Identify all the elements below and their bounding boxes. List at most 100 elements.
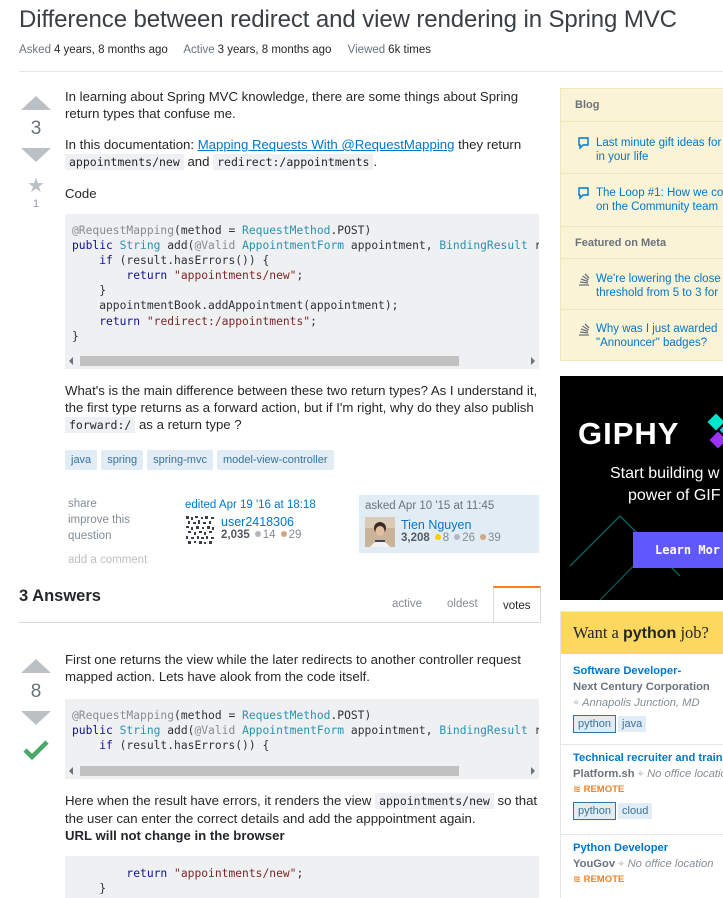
asker-avatar[interactable] — [365, 517, 395, 547]
wifi-icon: ≋ — [573, 784, 581, 795]
sort-tab-active[interactable]: active — [392, 586, 422, 623]
p2-mid: they return — [454, 137, 522, 152]
job-listing-3[interactable]: Python Developer YouGov ⌖ No office loca… — [573, 840, 723, 888]
question-paragraph-2: In this documentation: Mapping Requests … — [65, 136, 539, 171]
job-2-title[interactable]: Technical recruiter and train — [573, 750, 723, 766]
answer-code-block-1[interactable]: @RequestMapping(method = RequestMethod.P… — [65, 699, 539, 779]
job-listing-2[interactable]: Technical recruiter and train Platform.s… — [573, 750, 723, 820]
bronze-badge-icon — [280, 531, 287, 537]
meta-item-2-line2[interactable]: "Announcer" badges? — [596, 336, 723, 350]
answer-paragraph-1: First one returns the view while the lat… — [65, 652, 521, 684]
scroll-thumb[interactable] — [80, 766, 459, 776]
tag-spring-mvc[interactable]: spring-mvc — [147, 450, 213, 470]
silver-badge-icon — [254, 531, 261, 537]
scroll-right-icon[interactable] — [531, 767, 535, 775]
blog-item-1-line1[interactable]: Last minute gift ideas for — [596, 136, 723, 150]
job-2-company: Platform.sh — [573, 768, 635, 780]
scroll-right-icon[interactable] — [531, 357, 535, 365]
downvote-button[interactable] — [21, 148, 51, 162]
share-link[interactable]: share — [68, 496, 138, 512]
question-paragraph-4: What's is the main difference between th… — [65, 382, 539, 434]
job-3-remote: ≋ REMOTE — [573, 872, 723, 888]
tag-spring[interactable]: spring — [101, 450, 144, 470]
edited-timestamp[interactable]: edited Apr 19 '16 at 18:18 — [185, 499, 355, 511]
edited-text[interactable]: edited Apr 19 '16 at 18:18 — [185, 499, 316, 511]
jobs-head-suffix: job? — [676, 623, 709, 642]
answer-code-horizontal-scrollbar[interactable] — [65, 764, 539, 779]
meta-item-1[interactable]: We're lowering the close threshold from … — [561, 272, 723, 300]
question-code-block[interactable]: @RequestMapping(method = RequestMethod.P… — [65, 214, 539, 369]
job-listing-1[interactable]: Software Developer- Next Century Corpora… — [573, 663, 723, 733]
tag-model-view-controller[interactable]: model-view-controller — [216, 450, 334, 470]
silver-badge-icon — [454, 534, 461, 540]
upvote-button[interactable] — [21, 96, 51, 110]
jobs-head-prefix: Want a — [573, 623, 623, 642]
code-horizontal-scrollbar[interactable] — [65, 354, 539, 369]
meta-item-2-line1[interactable]: Why was I just awarded — [596, 322, 723, 336]
scroll-left-icon[interactable] — [69, 767, 73, 775]
jobs-widget: Want a python job? Software Developer- N… — [560, 611, 723, 898]
asked-value[interactable]: 4 years, 8 months ago — [54, 44, 168, 56]
answer-downvote-button[interactable] — [21, 711, 51, 725]
job-3-company: YouGov — [573, 858, 616, 870]
blog-item-1[interactable]: Last minute gift ideas for in your life — [561, 136, 723, 164]
question-title[interactable]: Difference between redirect and view ren… — [19, 6, 677, 34]
sort-tab-votes[interactable]: votes — [493, 586, 541, 623]
ad-line-1: Start building w — [610, 465, 720, 482]
job-1-title[interactable]: Software Developer- — [573, 663, 723, 679]
learn-more-button[interactable]: Learn Mor — [633, 532, 723, 568]
asker-info: Tien Nguyen 3,208 8 26 39 — [401, 518, 501, 544]
blog-item-2[interactable]: The Loop #1: How we co on the Community … — [561, 186, 723, 214]
active-value[interactable]: 3 years, 8 months ago — [218, 44, 332, 56]
editor-bronze-count: 29 — [288, 529, 302, 541]
add-comment-link[interactable]: add a comment — [68, 554, 147, 566]
answer-inline-code: appointments/new — [375, 793, 494, 809]
p4-prefix: What's is the main difference between th… — [65, 383, 538, 415]
editor-avatar[interactable] — [185, 515, 215, 545]
job-3-location: No office location — [627, 858, 714, 870]
meta-item-1-line1[interactable]: We're lowering the close — [596, 272, 723, 286]
documentation-link[interactable]: Mapping Requests With @RequestMapping — [198, 137, 455, 152]
job-tag-python[interactable]: python — [573, 802, 617, 820]
job-tag-java[interactable]: java — [618, 716, 647, 732]
inline-code-forward: forward:/ — [65, 417, 136, 433]
question-vote-count: 3 — [30, 118, 42, 139]
answer-upvote-button[interactable] — [21, 659, 51, 673]
job-tag-cloud[interactable]: cloud — [618, 803, 653, 819]
job-1-location-text: Annapolis Junction, MD — [582, 697, 700, 709]
question-tags: java spring spring-mvc model-view-controlle… — [65, 450, 338, 470]
meta-header: Featured on Meta — [561, 226, 723, 259]
inline-code-appointments-new: appointments/new — [65, 154, 184, 170]
location-pin-icon: ⌖ — [573, 697, 580, 709]
job-divider — [561, 744, 723, 745]
speech-bubble-icon — [578, 187, 589, 200]
editor-name[interactable]: user2418306 — [221, 515, 301, 529]
scroll-left-icon[interactable] — [69, 357, 73, 365]
scroll-thumb[interactable] — [80, 356, 459, 366]
asker-gold-count: 8 — [442, 532, 450, 544]
favorite-star-icon[interactable]: ★ — [19, 176, 53, 196]
asked-timestamp[interactable]: asked Apr 10 '15 at 11:45 — [365, 500, 533, 512]
editor-reputation: 2,035 14 29 — [221, 529, 301, 541]
blog-item-2-line2[interactable]: on the Community team — [596, 200, 723, 214]
giphy-advertisement[interactable]: GIPHY Start building w power of GIF Lear… — [560, 376, 723, 600]
accepted-check-icon — [19, 739, 53, 764]
editor-info: user2418306 2,035 14 29 — [221, 515, 301, 541]
location-pin-icon: ⌖ — [618, 858, 625, 870]
asker-name[interactable]: Tien Nguyen — [401, 518, 501, 532]
answer-code-block-2[interactable]: return "appointments/new"; } — [65, 856, 539, 898]
meta-item-1-line2[interactable]: threshold from 5 to 3 for — [596, 286, 723, 300]
sort-tab-oldest[interactable]: oldest — [447, 586, 478, 623]
tag-java[interactable]: java — [65, 450, 98, 470]
blog-item-1-line2[interactable]: in your life — [596, 150, 723, 164]
blog-item-2-line1[interactable]: The Loop #1: How we co — [596, 186, 723, 200]
job-3-title[interactable]: Python Developer — [573, 840, 723, 856]
gold-badge-icon — [434, 534, 441, 540]
stack-exchange-icon — [579, 323, 590, 336]
improve-question-link[interactable]: improve this question — [68, 512, 138, 544]
meta-item-2[interactable]: Why was I just awarded "Announcer" badge… — [561, 322, 723, 350]
job-2-remote: ≋ REMOTE — [573, 782, 723, 798]
question-paragraph-1: In learning about Spring MVC knowledge, … — [65, 89, 519, 121]
active-label: Active — [183, 44, 215, 56]
job-tag-python[interactable]: python — [573, 715, 617, 733]
